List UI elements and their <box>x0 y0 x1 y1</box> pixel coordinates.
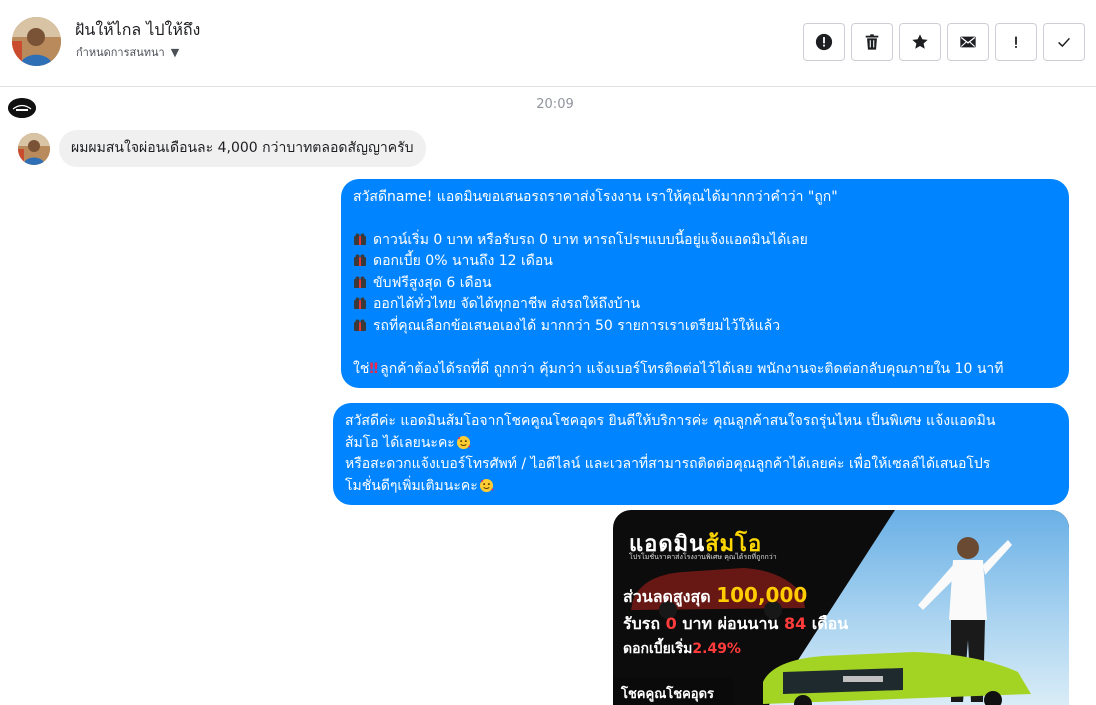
message-thread: 20:09 ผมผมสนใจผ่อนเดือนละ 4,000 กว่าบาทต… <box>0 88 1096 705</box>
outgoing-message: สวัสดีค่ะ แอดมินส้มโอจากโชคคูณโชคอุดร ยิ… <box>333 403 1069 505</box>
gift-emoji-icon <box>353 275 367 289</box>
star-icon <box>912 34 928 49</box>
incoming-message: ผมผมสนใจผ่อนเดือนละ 4,000 กว่าบาทตลอดสัญ… <box>59 130 426 167</box>
conversation-header: ฝันให้ไกล ไปให้ถึง กำหนดการสนทนา ▼ <box>0 0 1096 87</box>
mark-unread-button[interactable] <box>947 23 989 61</box>
alert-circle-icon <box>815 33 833 51</box>
message-line: สวัสดีค่ะ แอดมินส้มโอจากโชคคูณโชคอุดร ยิ… <box>345 413 996 429</box>
smiling-hearts-emoji-icon <box>456 435 471 450</box>
closing-prefix: ใช่ <box>353 360 370 377</box>
incoming-message-row: ผมผมสนใจผ่อนเดือนละ 4,000 กว่าบาทตลอดสัญ… <box>18 130 426 167</box>
report-button[interactable] <box>803 23 845 61</box>
check-icon <box>1058 37 1070 48</box>
done-button[interactable] <box>1043 23 1085 61</box>
promo-terms: รับรถ 0 บาท ผ่อนนาน 84 เดือน <box>623 614 849 633</box>
outgoing-message: สวัสดีname! แอดมินขอเสนอรถราคาส่งโรงงาน … <box>341 179 1069 388</box>
gift-emoji-icon <box>353 232 367 246</box>
message-line: โมชั่นดีๆเพิ่มเติมนะคะ <box>345 477 478 494</box>
message-timestamp: 20:09 <box>536 97 574 112</box>
message-line: ส้มโอ ได้เลยนะคะ <box>345 434 455 451</box>
message-bullet: ดอกเบี้ย 0% นานถึง 12 เดือน <box>373 253 553 270</box>
conversation-label: กำหนดการสนทนา <box>76 46 165 59</box>
contact-avatar[interactable] <box>12 17 61 66</box>
trash-icon <box>865 34 879 50</box>
promo-dealer-badge: โชคคูณโชคอุดร <box>613 677 733 705</box>
caret-down-icon: ▼ <box>170 45 180 59</box>
star-button[interactable] <box>899 23 941 61</box>
contact-name: ฝันให้ไกล ไปให้ถึง <box>75 20 201 39</box>
message-bullet: ดาวน์เริ่ม 0 บาท หรือรับรถ 0 บาท หารถโปร… <box>373 231 808 248</box>
promo-subtitle: โปรโมชั่นราคาส่งโรงงานพิเศษ คุณได้รถที่ถ… <box>629 553 777 561</box>
exclamation-icon <box>1015 36 1017 48</box>
conversation-actions <box>803 23 1085 61</box>
envelope-icon <box>960 36 976 48</box>
image-attachment[interactable]: แอดมินส้มโอ โปรโมชั่นราคาส่งโรงงานพิเศษ … <box>613 510 1069 705</box>
closing-text: ลูกค้าต้องได้รถที่ดี ถูกกว่า คุ้มกว่า แจ… <box>380 360 1004 377</box>
double-exclamation-icon: ‼ <box>369 360 379 377</box>
sender-avatar[interactable] <box>18 132 50 165</box>
message-bullet: ขับฟรีสูงสุด 6 เดือน <box>373 274 492 291</box>
promo-rate: ดอกเบี้ยเริ่ม2.49% <box>623 641 741 657</box>
delete-button[interactable] <box>851 23 893 61</box>
smiling-hearts-emoji-icon <box>479 478 494 493</box>
message-bullet: ออกได้ทั่วไทย จัดได้ทุกอาชีพ ส่งรถให้ถึง… <box>373 296 641 313</box>
conversation-label-dropdown[interactable]: กำหนดการสนทนา ▼ <box>76 43 179 61</box>
message-greeting: สวัสดีname! แอดมินขอเสนอรถราคาส่งโรงงาน … <box>353 189 838 205</box>
promo-discount: ส่วนลดสูงสุด 100,000 <box>623 583 808 607</box>
pickup-truck-graphic <box>763 652 1031 705</box>
message-bullet: รถที่คุณเลือกข้อเสนอเองได้ มากกว่า 50 รา… <box>373 317 781 334</box>
gift-emoji-icon <box>353 318 367 332</box>
gift-emoji-icon <box>353 296 367 310</box>
message-line: หรือสะดวกแจ้งเบอร์โทรศัพท์ / ไอดีไลน์ แล… <box>345 456 991 473</box>
gift-emoji-icon <box>353 253 367 267</box>
important-button[interactable] <box>995 23 1037 61</box>
